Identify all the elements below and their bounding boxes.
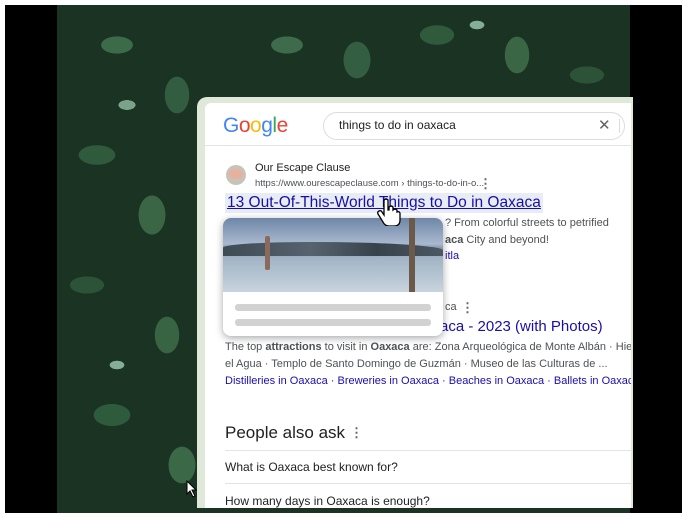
preview-tree [409, 218, 415, 292]
search-box[interactable]: things to do in oaxaca ✕ [323, 112, 625, 140]
divider [225, 450, 631, 451]
google-header: Google things to do in oaxaca ✕ [205, 103, 631, 146]
preview-placeholder-line [235, 319, 431, 326]
result-site-name[interactable]: Our Escape Clause [255, 162, 350, 174]
result2-snippet-line1: The top attractions to visit in Oaxaca a… [225, 341, 631, 353]
more-vert-icon[interactable]: ⋮ [350, 425, 363, 441]
preview-placeholder-line [235, 304, 431, 311]
paa-question[interactable]: What is Oaxaca best known for? [225, 460, 398, 474]
result-snippet-line1: ? From colorful streets to petrified [445, 217, 609, 229]
search-results-page: Google things to do in oaxaca ✕ Our Esca… [205, 103, 631, 508]
snippet-text: The top [225, 341, 266, 353]
result2-snippet-line2: el Agua · Templo de Santo Domingo de Guz… [225, 358, 608, 370]
divider [225, 483, 631, 484]
result2-sitelinks[interactable]: Distilleries in Oaxaca · Breweries in Oa… [225, 375, 631, 387]
link-preview-card [223, 218, 443, 336]
preview-person [265, 236, 270, 270]
people-also-ask-heading: People also ask [225, 423, 346, 442]
snippet-bold: Oaxaca [370, 341, 410, 353]
result-snippet-line2: aca City and beyond! [445, 234, 549, 246]
arrow-cursor-icon [186, 479, 198, 498]
more-vert-icon[interactable]: ⋮ [479, 176, 492, 192]
search-input[interactable]: things to do in oaxaca [339, 118, 456, 132]
site-favicon [226, 165, 246, 185]
snippet-bold: aca [445, 234, 464, 246]
result-url[interactable]: https://www.ourescapeclause.com › things… [255, 178, 484, 189]
search-divider [619, 119, 620, 133]
google-logo[interactable]: Google [223, 114, 288, 138]
snippet-bold: attractions [265, 341, 322, 353]
preview-image [223, 218, 443, 292]
snippet-text: to visit in [321, 341, 371, 353]
hand-pointer-icon [377, 198, 401, 227]
hand-pointer-cursor [376, 198, 402, 232]
more-vert-icon[interactable]: ⋮ [461, 300, 474, 316]
arrow-cursor [186, 479, 198, 504]
result-sitelink[interactable]: itla [445, 250, 459, 262]
snippet-text: are: Zona Arqueológica de Monte Albán · … [409, 341, 631, 353]
result2-title-link[interactable]: aca - 2023 (with Photos) [440, 318, 603, 335]
paa-question[interactable]: How many days in Oaxaca is enough? [225, 494, 430, 508]
result2-site-fragment: ca [445, 301, 457, 313]
snippet-text: City and beyond! [463, 234, 549, 246]
clear-icon[interactable]: ✕ [598, 116, 611, 134]
